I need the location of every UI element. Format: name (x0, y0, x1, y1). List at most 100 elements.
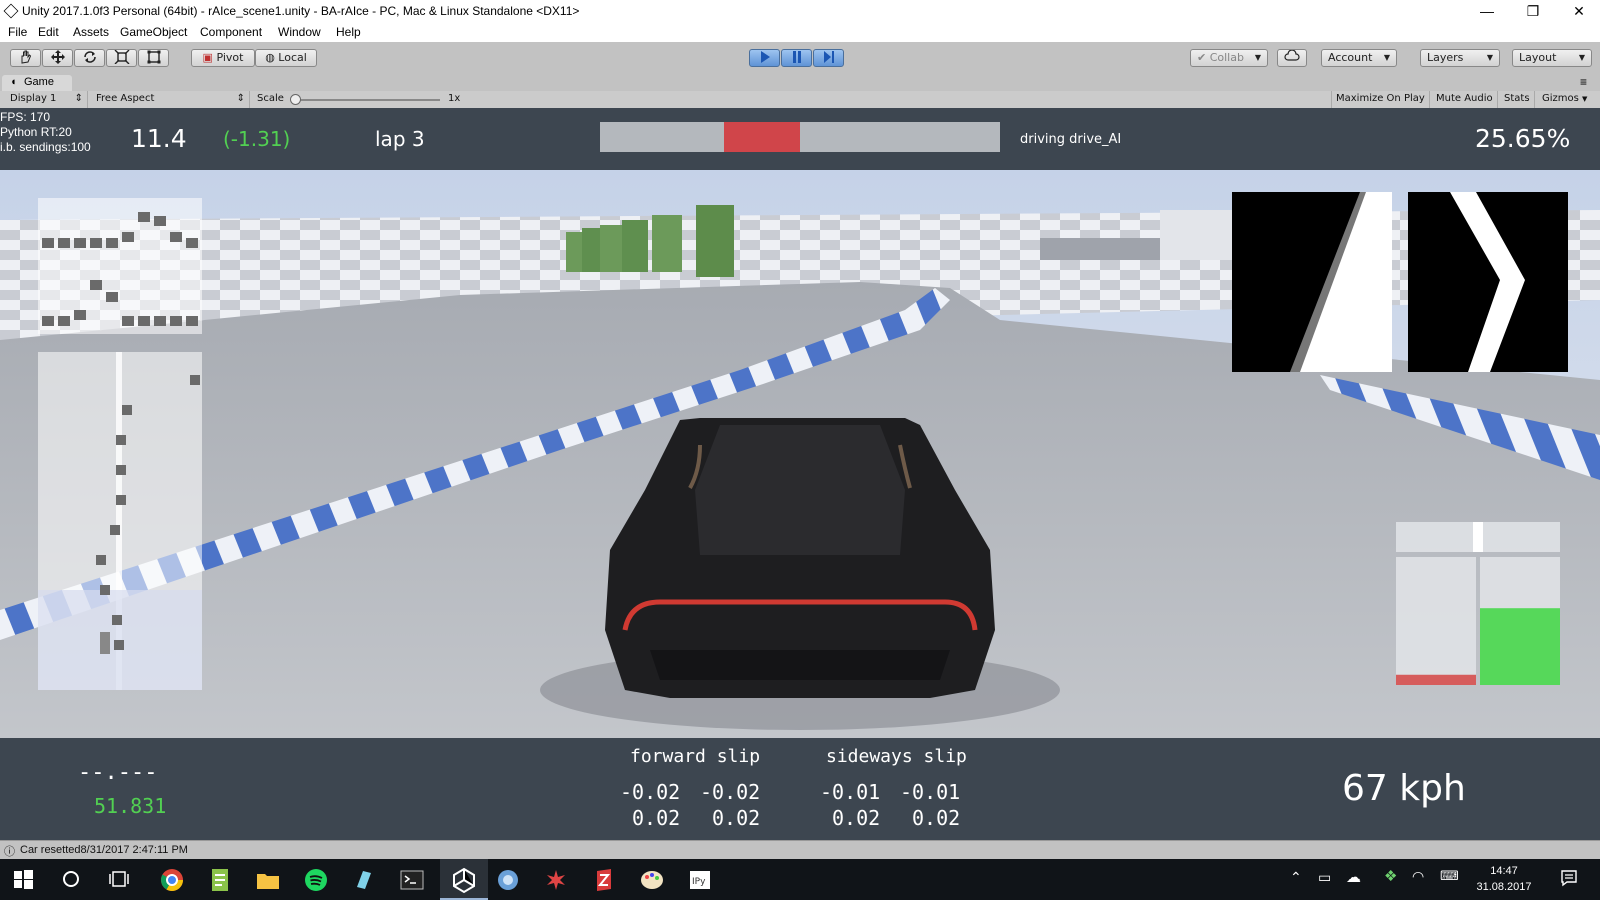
pit-building (1040, 238, 1170, 260)
minimize-button[interactable]: — (1464, 0, 1510, 22)
progress-percent: 25.65% (1475, 124, 1571, 153)
move-tool-button[interactable] (42, 49, 73, 67)
account-dropdown[interactable]: Account ▼ (1321, 49, 1397, 67)
search-icon[interactable] (62, 870, 80, 888)
gizmos-dropdown[interactable]: Gizmos ▼ (1538, 91, 1591, 108)
sideways-slip-fl: -0.01 (820, 780, 881, 804)
throttle-fill (1480, 608, 1560, 685)
game-tab-label: Game (24, 76, 54, 88)
layers-dropdown[interactable]: Layers ▼ (1420, 49, 1500, 67)
sideways-slip-rl: 0.02 (832, 806, 881, 830)
track-progress-bar (600, 122, 1000, 152)
move-icon (50, 50, 65, 64)
game-viewport[interactable]: FPS: 170 Python RT:20 i.b. sendings:100 … (0, 108, 1600, 840)
menu-edit[interactable]: Edit (38, 25, 59, 39)
vision-input-right (1408, 192, 1568, 372)
driving-mode: driving drive_AI (1020, 132, 1122, 147)
stats-toggle[interactable]: Stats (1500, 91, 1535, 108)
rect-icon (147, 50, 160, 64)
python-rt-readout: Python RT:20 (0, 125, 72, 139)
step-button[interactable] (813, 49, 844, 67)
paint-icon[interactable] (637, 865, 667, 895)
close-button[interactable]: ✕ (1556, 0, 1600, 22)
last-lap-time: --.--- (78, 760, 158, 785)
local-toggle[interactable]: ◍ Local (255, 49, 317, 67)
chrome-icon[interactable] (157, 865, 187, 895)
forward-slip-rr: 0.02 (712, 806, 761, 830)
terminal-icon[interactable] (397, 865, 427, 895)
layout-label: Layout (1519, 51, 1557, 64)
scale-slider-thumb[interactable] (290, 94, 301, 105)
brake-gauge (1396, 557, 1476, 685)
local-label: Local (278, 51, 307, 64)
cloud-button[interactable] (1277, 49, 1307, 67)
dropbox-icon[interactable]: ❖ (1384, 867, 1397, 885)
menu-gameobject[interactable]: GameObject (120, 25, 187, 39)
clock-date: 31.08.2017 (1476, 881, 1532, 893)
scale-value: 1x (448, 93, 461, 104)
menu-assets[interactable]: Assets (73, 25, 109, 39)
unity-taskbar-button[interactable] (440, 859, 488, 900)
main-toolbar: ▣ Pivot ◍ Local ✔ Collab ▼ Account ▼ Layer… (0, 42, 1600, 76)
menu-help[interactable]: Help (336, 25, 361, 39)
brake-fill (1396, 674, 1476, 685)
track-minimap-top (38, 198, 202, 334)
unity-logo-icon (3, 3, 19, 19)
app-icon[interactable] (589, 865, 619, 895)
window-title: Unity 2017.1.0f3 Personal (64bit) - rAIc… (22, 4, 580, 18)
windows-start-icon[interactable] (14, 870, 33, 889)
maximize-button[interactable]: ❐ (1510, 0, 1556, 22)
wifi-icon[interactable]: ◠ (1412, 868, 1424, 885)
panel-menu-icon[interactable]: ≡ (1580, 75, 1587, 89)
layout-dropdown[interactable]: Layout ▼ (1512, 49, 1592, 67)
mute-audio-toggle[interactable]: Mute Audio (1432, 91, 1498, 108)
clock-time: 14:47 (1490, 865, 1518, 877)
pause-button[interactable] (781, 49, 812, 67)
step-icon (823, 51, 834, 63)
collab-dropdown[interactable]: ✔ Collab ▼ (1190, 49, 1268, 67)
lap-counter: lap 3 (375, 127, 425, 151)
menu-bar: File Edit Assets GameObject Component Wi… (0, 22, 1600, 42)
track-minimap-side (38, 352, 202, 690)
steering-marker (1473, 522, 1483, 552)
app-icon[interactable] (541, 865, 571, 895)
account-label: Account (1328, 51, 1373, 64)
scale-slider-track[interactable] (292, 99, 440, 101)
hand-tool-button[interactable] (10, 49, 41, 67)
spotify-icon[interactable] (301, 865, 331, 895)
file-explorer-icon[interactable] (253, 865, 283, 895)
menu-component[interactable]: Component (200, 25, 262, 39)
maximize-on-play-toggle[interactable]: Maximize On Play (1331, 91, 1430, 108)
onedrive-icon[interactable]: ☁ (1346, 868, 1361, 886)
aspect-dropdown[interactable]: Free Aspect ⇕ (92, 91, 250, 108)
rotate-tool-button[interactable] (74, 49, 105, 67)
vision-input-left (1232, 192, 1392, 372)
race-car (605, 418, 995, 698)
app-icon[interactable] (349, 865, 379, 895)
play-button[interactable] (749, 49, 780, 67)
ipython-icon[interactable]: IPy (685, 865, 715, 895)
status-bar[interactable]: ⓘ Car resetted8/31/2017 2:47:11 PM (0, 840, 1600, 859)
clock[interactable]: 14:47 31.08.2017 (1474, 863, 1534, 895)
display-dropdown[interactable]: Display 1 ⇕ (6, 91, 88, 108)
keyboard-icon[interactable]: ⌨ (1440, 868, 1459, 884)
forward-slip-label: forward slip (630, 746, 761, 767)
tray-chevron-icon[interactable]: ⌃ (1290, 869, 1302, 886)
battery-icon[interactable]: ▭ (1318, 869, 1331, 886)
app-icon[interactable] (493, 865, 523, 895)
title-bar: Unity 2017.1.0f3 Personal (64bit) - rAIc… (0, 0, 1600, 22)
local-icon: ◍ (265, 51, 275, 64)
svg-text:IPy: IPy (692, 877, 706, 887)
unity-icon (453, 867, 475, 894)
notepad-plus-icon[interactable] (205, 865, 235, 895)
rect-tool-button[interactable] (138, 49, 169, 67)
task-view-icon[interactable] (109, 870, 129, 888)
menu-file[interactable]: File (8, 25, 27, 39)
hand-icon (21, 50, 31, 64)
notifications-icon[interactable] (1560, 869, 1578, 887)
pivot-toggle[interactable]: ▣ Pivot (191, 49, 255, 67)
forward-slip-fl: -0.02 (620, 780, 681, 804)
scale-tool-button[interactable] (106, 49, 137, 67)
tab-game[interactable]: ◖ Game (2, 75, 72, 91)
menu-window[interactable]: Window (278, 25, 321, 39)
